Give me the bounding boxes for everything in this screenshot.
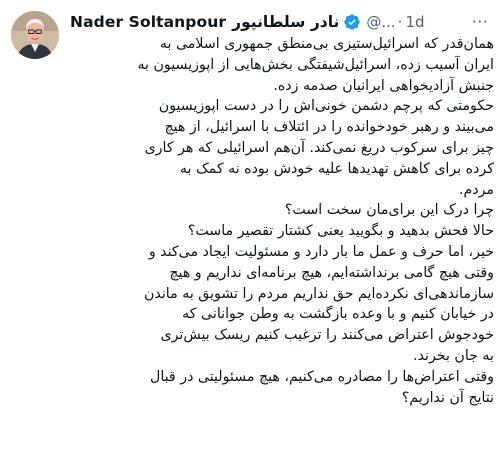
more-horizontal-icon[interactable]: ··· [470, 12, 490, 32]
tweet-line: جنبش آزادیخواهی ایرانیان صدمه زده. [273, 77, 494, 94]
verified-badge-icon [343, 13, 361, 31]
tweet-line: به جان بخرند. [413, 347, 494, 364]
tweet-line: حالا فحش بدهید و بگویید یعنی کشتار تقصیر… [187, 223, 494, 240]
avatar[interactable] [11, 11, 59, 59]
tweet-line: وقتی هیچ گامی برنداشته‌ایم، هیچ برنامه‌ا… [169, 264, 494, 281]
tweet-line: همان‌قدر که اسرائیل‌ستیزی بی‌منطق جمهوری… [159, 36, 494, 52]
tweet-card[interactable]: Nader Soltanpour نادر سلطانپور @... · 1d… [0, 0, 500, 464]
tweet-line: در خیابان کنیم و با وعده بازگشت به وطن ج… [182, 306, 494, 323]
tweet-line: ایران آسیب زده، اسرائیل‌شیفتگی بخش‌هایی … [137, 56, 494, 73]
tweet-line: خودجوش اعتراض می‌کنند را ترغیب کنیم ریسک… [160, 327, 494, 344]
tweet-line: وقتی اعتراض‌ها را مصادره می‌کنیم، هیچ مس… [150, 368, 494, 385]
tweet-line: سازماندهی‌ای نکرده‌ایم حق نداریم مردم را… [143, 285, 494, 302]
tweet-line: چیز برای سرکوب دریغ نمی‌کند. آن‌هم اسرائ… [144, 139, 494, 156]
tweet-line: می‌بیند و رهبر خودخوانده را در ائتلاف با… [164, 119, 494, 136]
tweet-line: چرا درک این برای‌مان سخت است؟ [284, 202, 494, 219]
tweet-header: Nader Soltanpour نادر سلطانپور @... · 1d… [70, 10, 494, 34]
author-name[interactable]: Nader Soltanpour [70, 13, 226, 31]
tweet-line: حکومتی که پرچم دشمن خونی‌اش را در دست اپ… [158, 98, 494, 115]
avatar-portrait [11, 11, 59, 59]
author-name-farsi[interactable]: نادر سلطانپور [232, 13, 339, 31]
tweet-line: نتایج آن نداریم؟ [401, 389, 494, 406]
separator-dot: · [397, 13, 403, 31]
tweet-text: همان‌قدر که اسرائیل‌ستیزی بی‌منطق جمهوری… [70, 34, 494, 408]
tweet-line: کرده برای کاهش تهدیدها علیه خودش بوده نه… [179, 160, 494, 177]
tweet-timestamp[interactable]: 1d [405, 13, 424, 31]
tweet-line: خیر، اما حرف و عمل ما بار دارد و مسئولیت… [148, 243, 494, 260]
author-handle[interactable]: @... [366, 13, 395, 31]
tweet-line: مردم. [458, 181, 494, 198]
